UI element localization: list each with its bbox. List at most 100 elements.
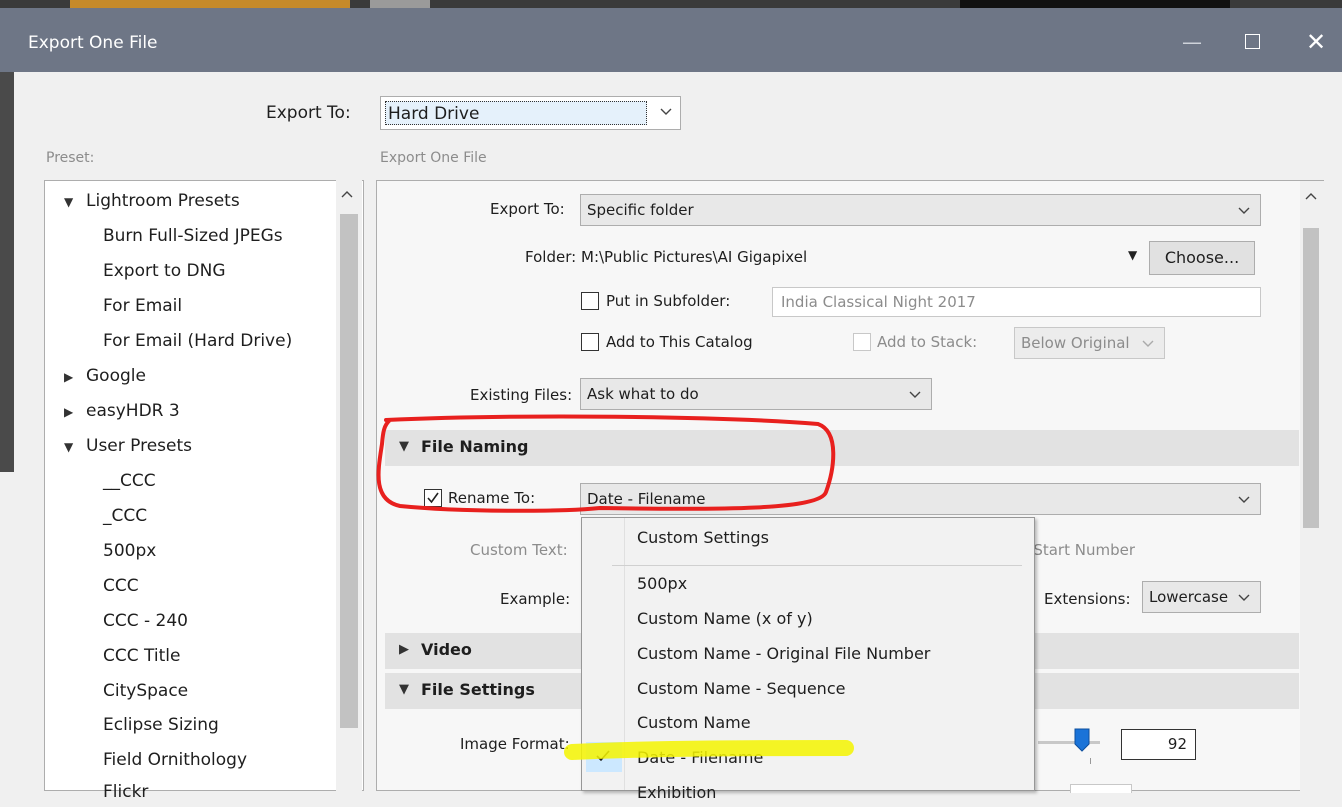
quality-input[interactable]: 92: [1121, 729, 1196, 760]
stack-position-select[interactable]: Below Original: [1014, 327, 1165, 359]
preset-folder[interactable]: ▶ easyHDR 3: [64, 401, 180, 421]
location-export-to-value: Specific folder: [587, 201, 694, 219]
subfolder-label: Put in Subfolder:: [606, 292, 731, 310]
window-title: Export One File: [28, 33, 158, 53]
background-thumbnail: [960, 0, 1230, 8]
add-to-stack-label: Add to Stack:: [877, 333, 978, 351]
collapsed-triangle-icon: ▶: [399, 642, 409, 657]
check-icon: [595, 748, 611, 768]
rename-template-select[interactable]: Date - Filename: [580, 483, 1261, 515]
add-to-stack-checkbox[interactable]: [853, 333, 871, 351]
expanded-triangle-icon: ▼: [64, 440, 74, 454]
close-button[interactable]: ✕: [1290, 22, 1342, 62]
preset-item-label: User Presets: [86, 436, 193, 456]
expanded-triangle-icon: ▼: [399, 439, 409, 454]
file-naming-section-header[interactable]: ▼ File Naming: [385, 430, 1299, 466]
preset-folder[interactable]: ▼ User Presets: [64, 436, 192, 456]
chevron-down-icon: [1238, 591, 1250, 605]
choose-button[interactable]: Choose...: [1149, 241, 1255, 275]
preset-item-label: For Email: [103, 296, 183, 316]
preset-folder[interactable]: ▼ Lightroom Presets: [64, 191, 240, 211]
export-to-value: Hard Drive: [385, 101, 647, 125]
folder-history-dropdown-icon[interactable]: ▼: [1128, 248, 1137, 262]
menu-option[interactable]: Custom Name: [637, 713, 751, 737]
preset-item-label: _CCC: [103, 506, 148, 526]
preset-label: Preset:: [46, 150, 95, 166]
slider-tick: [1090, 758, 1091, 764]
collapsed-triangle-icon: ▶: [64, 370, 74, 384]
preset-item[interactable]: For Email: [103, 296, 182, 316]
preset-item-label: Google: [86, 366, 146, 386]
file-naming-title: File Naming: [421, 437, 529, 456]
chevron-down-icon: [1238, 493, 1250, 507]
preset-item-label: CCC - 240: [103, 611, 188, 631]
checkmark-icon: [427, 492, 439, 504]
existing-files-value: Ask what to do: [587, 385, 699, 403]
add-to-catalog-checkbox[interactable]: [581, 333, 599, 351]
preset-item-label: Lightroom Presets: [86, 191, 240, 211]
rename-to-label: Rename To:: [448, 489, 536, 507]
preset-item[interactable]: Export to DNG: [103, 261, 226, 281]
preset-scrollbar-thumb[interactable]: [340, 214, 358, 728]
preset-item-label: CCC: [103, 576, 139, 596]
add-to-catalog-label: Add to This Catalog: [606, 333, 753, 351]
scroll-up-icon[interactable]: [341, 188, 353, 202]
preset-item[interactable]: CCC - 240: [103, 611, 188, 631]
extensions-select[interactable]: Lowercase: [1142, 581, 1261, 613]
quality-slider-thumb[interactable]: [1074, 728, 1090, 756]
existing-files-select[interactable]: Ask what to do: [580, 378, 932, 410]
settings-scrollbar-thumb[interactable]: [1303, 228, 1319, 528]
subfolder-checkbox[interactable]: [581, 292, 599, 310]
subfolder-input[interactable]: India Classical Night 2017: [772, 287, 1261, 317]
minimize-button[interactable]: —: [1168, 22, 1216, 62]
image-format-label: Image Format:: [460, 735, 570, 753]
extensions-label: Extensions:: [1044, 590, 1131, 608]
export-to-select[interactable]: Hard Drive: [380, 96, 681, 130]
preset-item[interactable]: Flickr: [103, 782, 148, 802]
preset-item-label: Export to DNG: [103, 261, 226, 281]
export-to-label: Export To:: [266, 103, 351, 123]
menu-option[interactable]: Custom Name - Sequence: [637, 679, 845, 703]
preset-item-label: Eclipse Sizing: [103, 715, 219, 735]
preset-item[interactable]: CCC: [103, 576, 139, 596]
chevron-down-icon: [660, 105, 672, 119]
menu-option[interactable]: Exhibition: [637, 783, 716, 807]
preset-item[interactable]: Eclipse Sizing: [103, 715, 219, 735]
breadcrumb: Export One File: [380, 150, 487, 166]
menu-option[interactable]: Custom Name (x of y): [637, 609, 813, 633]
preset-folder[interactable]: ▶ Google: [64, 366, 146, 386]
quality-slider-track[interactable]: [1038, 741, 1100, 744]
stack-position-value: Below Original: [1021, 334, 1130, 352]
maximize-button[interactable]: [1228, 22, 1276, 62]
preset-item-label: CCC Title: [103, 646, 181, 666]
menu-option[interactable]: 500px: [637, 574, 687, 598]
rename-to-checkbox[interactable]: [424, 489, 442, 507]
scroll-up-icon[interactable]: [1305, 190, 1317, 204]
menu-option[interactable]: Date - Filename: [637, 748, 763, 772]
preset-item[interactable]: _CCC: [103, 506, 147, 526]
preset-item-label: Flickr: [103, 782, 149, 802]
file-settings-title: File Settings: [421, 680, 535, 699]
background-thumbnail: [70, 0, 350, 8]
preset-item[interactable]: CCC Title: [103, 646, 180, 666]
extensions-value: Lowercase: [1149, 588, 1229, 606]
existing-files-label: Existing Files:: [470, 386, 573, 404]
expanded-triangle-icon: ▼: [64, 195, 74, 209]
video-title: Video: [421, 640, 472, 659]
close-icon: ✕: [1305, 28, 1327, 56]
location-export-to-select[interactable]: Specific folder: [580, 194, 1261, 226]
chevron-down-icon: [1142, 337, 1154, 351]
preset-item[interactable]: CitySpace: [103, 681, 188, 701]
background-edge: [0, 72, 14, 472]
example-label: Example:: [500, 590, 571, 608]
preset-item[interactable]: Field Ornithology: [103, 750, 247, 770]
chevron-down-icon: [909, 388, 921, 402]
preset-item[interactable]: __CCC: [103, 471, 156, 491]
title-bar[interactable]: Export One File — ✕: [0, 8, 1342, 72]
preset-item[interactable]: Burn Full-Sized JPEGs: [103, 226, 283, 246]
menu-separator: [612, 565, 1022, 566]
menu-option[interactable]: Custom Name - Original File Number: [637, 644, 930, 668]
preset-item[interactable]: 500px: [103, 541, 156, 561]
preset-item[interactable]: For Email (Hard Drive): [103, 331, 292, 351]
menu-option[interactable]: Custom Settings: [637, 528, 769, 552]
